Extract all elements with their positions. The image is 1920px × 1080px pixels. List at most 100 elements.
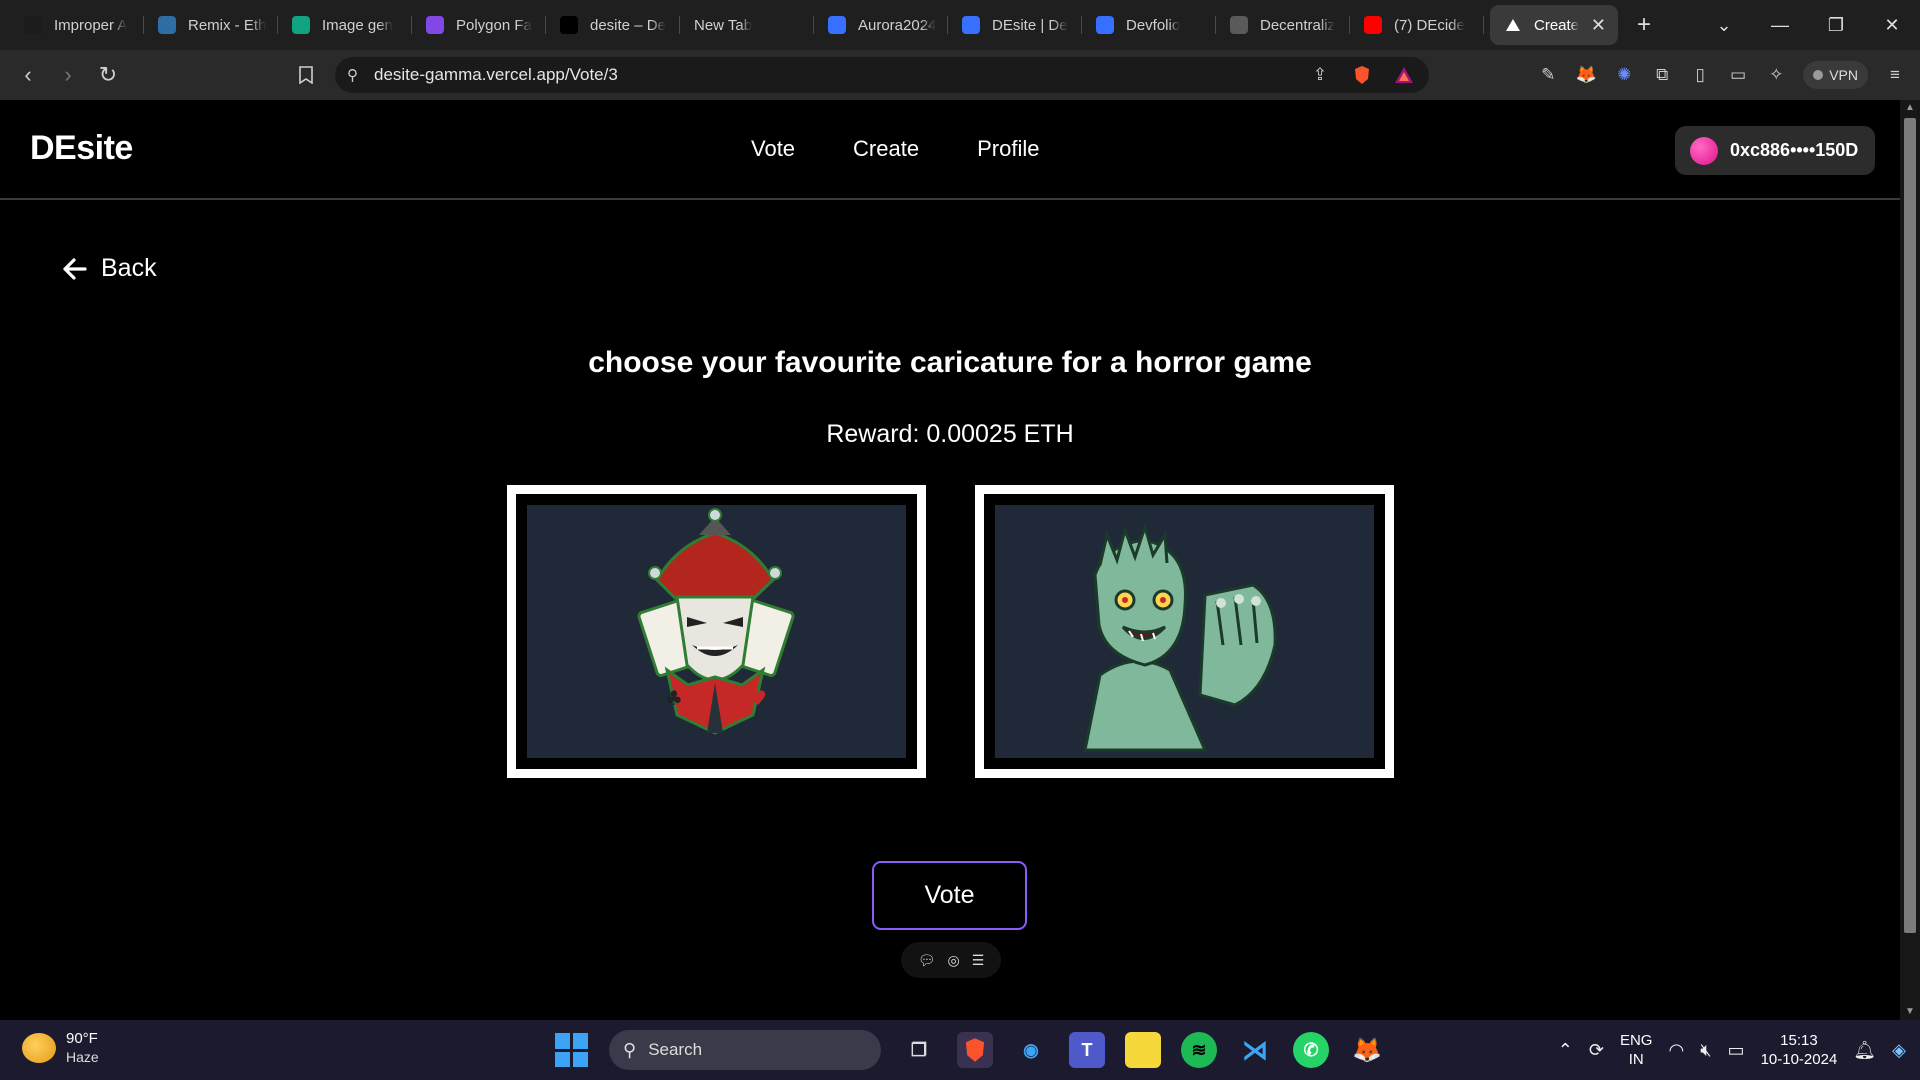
notification-bell-icon[interactable]: 🔔︎ xyxy=(1853,1040,1876,1061)
poll-title: choose your favourite caricature for a h… xyxy=(588,346,1312,379)
tab-4[interactable]: desite – De xyxy=(546,5,680,45)
nav-profile[interactable]: Profile xyxy=(977,136,1039,162)
scrollbar-thumb[interactable] xyxy=(1904,118,1916,933)
back-nav-icon[interactable]: ‹ xyxy=(10,57,46,93)
devfolio-icon xyxy=(962,16,980,34)
wifi-icon[interactable]: ◠ xyxy=(1668,1040,1684,1061)
whatsapp-icon[interactable]: ✆ xyxy=(1293,1032,1329,1068)
chevron-up-icon[interactable]: ⌃ xyxy=(1558,1040,1573,1061)
bookmark-icon[interactable] xyxy=(288,57,324,93)
site-nav-links: Vote Create Profile xyxy=(751,136,1039,162)
tab-3[interactable]: Polygon Fa xyxy=(412,5,546,45)
web-page: DEsite Vote Create Profile 0xc886••••150… xyxy=(0,100,1900,1020)
back-link[interactable]: Back xyxy=(63,254,157,283)
metamask-app-icon[interactable]: 🦊 xyxy=(1349,1032,1385,1068)
spotify-icon[interactable]: ≋ xyxy=(1181,1032,1217,1068)
minimize-button[interactable]: — xyxy=(1752,15,1808,36)
tab-label: New Tab xyxy=(694,16,753,34)
tab-active[interactable]: Create ✕ xyxy=(1490,5,1618,45)
nav-create[interactable]: Create xyxy=(853,136,919,162)
puzzle-icon[interactable]: ⧉ xyxy=(1651,64,1673,86)
vote-option-zombie[interactable] xyxy=(975,485,1394,778)
chatgpt-icon xyxy=(292,16,310,34)
nav-vote[interactable]: Vote xyxy=(751,136,795,162)
window-controls: ⌄ — ❐ ✕ xyxy=(1696,0,1920,50)
restore-button[interactable]: ❐ xyxy=(1808,15,1864,36)
zombie-image xyxy=(995,505,1374,758)
taskbar-apps: ⚲ Search ❐ ◉ T ≋ ⋊ ✆ 🦊 xyxy=(555,1028,1385,1072)
dropper-icon[interactable]: ✎ xyxy=(1537,64,1559,86)
copilot-icon[interactable]: ◈ xyxy=(1892,1040,1906,1061)
metamask-extension-icon[interactable]: 🦊 xyxy=(1575,64,1597,86)
reload-icon[interactable]: ↻ xyxy=(90,57,126,93)
tab-6[interactable]: Aurora2024 xyxy=(814,5,948,45)
site-header: DEsite Vote Create Profile 0xc886••••150… xyxy=(0,100,1900,200)
vscode-icon[interactable]: ⋊ xyxy=(1237,1032,1273,1068)
new-tab-button[interactable]: + xyxy=(1624,5,1664,45)
browser-toolbar: ‹ › ↻ ⚲ desite-gamma.vercel.app/Vote/3 ⇪… xyxy=(0,50,1920,100)
teams-icon[interactable]: T xyxy=(1069,1032,1105,1068)
scroll-down-icon[interactable]: ▼ xyxy=(1904,1006,1916,1018)
menu-icon[interactable]: ≡ xyxy=(1884,64,1906,86)
hackmd-icon xyxy=(24,16,42,34)
language-indicator[interactable]: ENG IN xyxy=(1620,1031,1653,1069)
tab-1[interactable]: Remix - Eth xyxy=(144,5,278,45)
vercel-icon xyxy=(1504,16,1522,34)
clock[interactable]: 15:13 10-10-2024 xyxy=(1761,1031,1838,1069)
tab-label: Improper A xyxy=(54,16,128,34)
wallet-icon[interactable]: ▭ xyxy=(1727,64,1749,86)
polygon-icon xyxy=(426,16,444,34)
tab-2[interactable]: Image gen xyxy=(278,5,412,45)
address-bar[interactable]: ⚲ desite-gamma.vercel.app/Vote/3 ⇪ xyxy=(335,57,1429,93)
vote-option-joker[interactable]: ♣ ♥ xyxy=(507,485,926,778)
system-tray: ⌃ ⟳ ENG IN ◠ 🔇︎ ▭ 15:13 10-10-2024 🔔︎ ◈ xyxy=(1558,1020,1920,1080)
tab-0[interactable]: Improper A xyxy=(10,5,144,45)
scroll-up-icon[interactable]: ▲ xyxy=(1904,102,1916,114)
brave-rewards-icon[interactable] xyxy=(1393,64,1415,86)
site-settings-icon[interactable]: ⚲ xyxy=(347,66,358,84)
brave-browser-icon[interactable] xyxy=(957,1032,993,1068)
sync-icon[interactable]: ⟳ xyxy=(1589,1040,1604,1061)
tab-10[interactable]: (7) DEcide xyxy=(1350,5,1484,45)
tab-7[interactable]: DEsite | De xyxy=(948,5,1082,45)
windows-taskbar: 90°F Haze ⚲ Search ❐ ◉ T ≋ ⋊ ✆ 🦊 ⌃ ⟳ ENG… xyxy=(0,1020,1920,1080)
sidebar-icon[interactable]: ▯ xyxy=(1689,64,1711,86)
share-icon[interactable]: ⇪ xyxy=(1309,64,1331,86)
vpn-status-icon xyxy=(1813,70,1824,80)
weather-widget[interactable]: 90°F Haze xyxy=(22,1030,99,1066)
forward-nav-icon[interactable]: › xyxy=(50,57,86,93)
eye-icon[interactable]: ◎ xyxy=(948,952,960,969)
tab-separator xyxy=(1483,16,1484,34)
vercel-icon xyxy=(560,16,578,34)
brave-shields-icon[interactable] xyxy=(1351,64,1373,86)
tab-list: Improper A Remix - Eth Image gen Polygon Fa… xyxy=(0,5,1484,45)
comment-icon[interactable]: 💬︎ xyxy=(918,952,936,969)
vote-button[interactable]: Vote xyxy=(872,861,1027,930)
page-scrollbar[interactable]: ▲ ▼ xyxy=(1900,100,1920,1020)
task-view-icon[interactable]: ❐ xyxy=(901,1032,937,1068)
clock-date: 10-10-2024 xyxy=(1760,1051,1838,1068)
wifi-app-icon[interactable]: ◉ xyxy=(1013,1032,1049,1068)
battery-icon[interactable]: ▭ xyxy=(1728,1040,1745,1061)
search-icon: ⚲ xyxy=(623,1039,637,1060)
site-logo[interactable]: DEsite xyxy=(30,129,133,168)
tab-9[interactable]: Decentraliz xyxy=(1216,5,1350,45)
volume-muted-icon[interactable]: 🔇︎ xyxy=(1700,1040,1711,1061)
close-window-button[interactable]: ✕ xyxy=(1864,15,1920,36)
sticky-notes-icon[interactable] xyxy=(1125,1032,1161,1068)
menu-lines-icon[interactable]: ☰ xyxy=(972,952,985,969)
vpn-button[interactable]: VPN xyxy=(1803,61,1868,89)
wallet-avatar xyxy=(1690,136,1718,165)
gear-extension-icon[interactable]: ✺ xyxy=(1613,64,1635,86)
tab-5[interactable]: New Tab xyxy=(680,5,814,45)
wallet-button[interactable]: 0xc886••••150D xyxy=(1675,126,1875,175)
leo-ai-icon[interactable]: ✧ xyxy=(1765,64,1787,86)
tab-search-chevron-icon[interactable]: ⌄ xyxy=(1696,15,1752,36)
start-button[interactable] xyxy=(555,1033,589,1067)
weather-condition: Haze xyxy=(66,1049,99,1065)
tab-label: DEsite | De xyxy=(992,16,1068,34)
taskbar-search[interactable]: ⚲ Search xyxy=(609,1030,881,1070)
close-tab-icon[interactable]: ✕ xyxy=(1591,15,1606,36)
tab-8[interactable]: Devfolio xyxy=(1082,5,1216,45)
tab-label: Remix - Eth xyxy=(188,16,267,34)
